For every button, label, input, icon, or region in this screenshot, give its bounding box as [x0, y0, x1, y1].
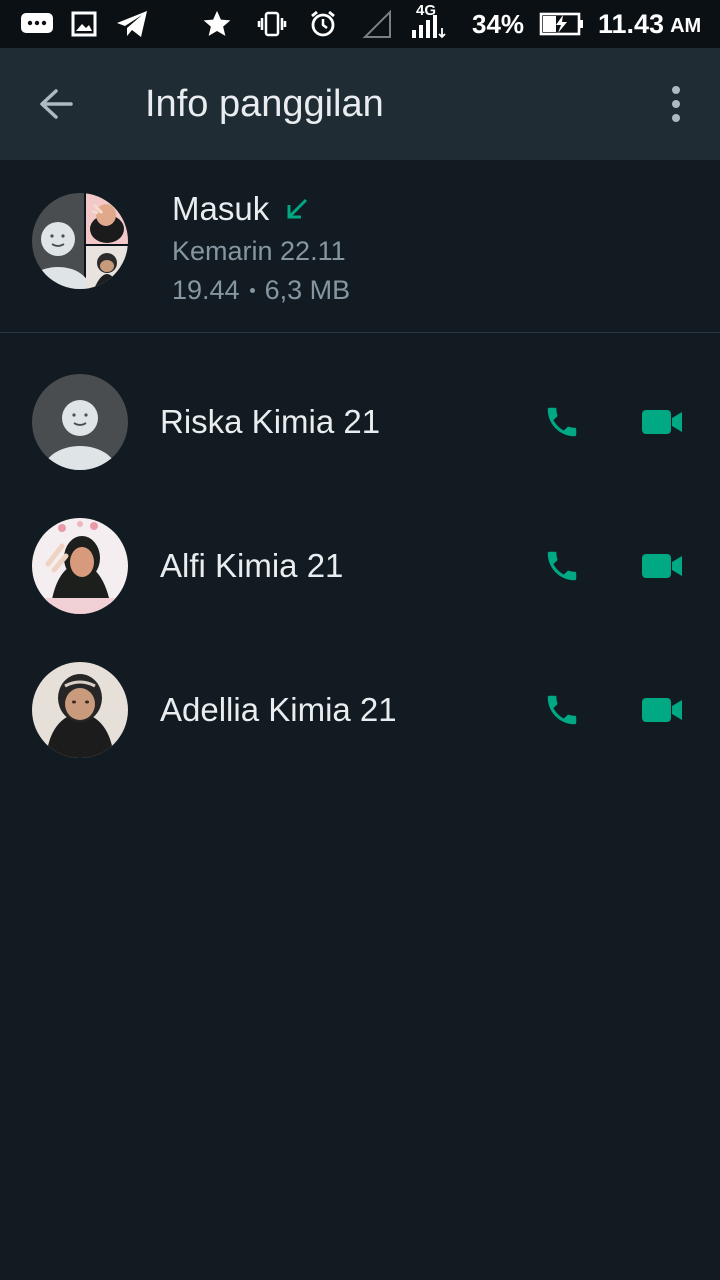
divider: [0, 332, 720, 333]
network-type: 4G: [416, 1, 437, 19]
back-button[interactable]: [24, 72, 88, 136]
photo-avatar[interactable]: [32, 518, 128, 614]
video-call-button[interactable]: [632, 680, 692, 740]
voice-call-button[interactable]: [532, 680, 592, 740]
default-avatar[interactable]: [32, 374, 128, 470]
voice-call-button[interactable]: [532, 392, 592, 452]
videocam-icon: [642, 698, 682, 722]
call-size: 6,3 MB: [264, 275, 351, 305]
call-date: Kemarin 22.11: [172, 236, 346, 266]
participant-name: Riska Kimia 21: [160, 403, 381, 440]
incoming-arrow-icon: [287, 198, 308, 219]
call-meta: 19.44 6,3 MB: [172, 275, 350, 306]
videocam-icon: [642, 410, 682, 434]
vibrate-icon: [256, 0, 288, 48]
battery-percent: 34%: [472, 8, 525, 39]
photo-avatar[interactable]: [32, 662, 128, 758]
clock-ampm: AM: [670, 14, 702, 37]
messages-icon: [18, 0, 56, 48]
gallery-icon: [70, 0, 98, 48]
voice-call-button[interactable]: [532, 536, 592, 596]
videocam-icon: [642, 554, 682, 578]
call-summary: Masuk Kemarin 22.11 19.44 6,3 MB: [0, 160, 720, 332]
phone-icon: [547, 407, 577, 437]
page-title: Info panggilan: [145, 82, 384, 125]
clock-time: 11.43: [598, 8, 665, 39]
phone-icon: [547, 551, 577, 581]
arrow-back-icon: [40, 89, 73, 119]
participant-row[interactable]: Adellia Kimia 21: [0, 638, 720, 782]
participant-name: Adellia Kimia 21: [160, 691, 397, 728]
telegram-icon: [114, 0, 150, 48]
app-bar: Info panggilan: [0, 48, 720, 160]
status-bar: 4G 34% 11.43 AM: [0, 0, 720, 48]
more-vert-icon: [672, 86, 680, 122]
battery-charging-icon: [538, 0, 586, 48]
no-signal-icon: [360, 0, 394, 48]
group-avatar: [32, 193, 128, 289]
participant-row[interactable]: Alfi Kimia 21: [0, 494, 720, 638]
call-type-label: Masuk: [172, 190, 270, 227]
clock: 11.43 AM: [598, 0, 701, 48]
separator-dot: [249, 288, 255, 293]
call-type: Masuk: [172, 190, 311, 228]
more-options-button[interactable]: [650, 72, 702, 136]
video-call-button[interactable]: [632, 536, 692, 596]
video-call-button[interactable]: [632, 392, 692, 452]
alarm-icon: [306, 0, 340, 48]
participant-row[interactable]: Riska Kimia 21: [0, 350, 720, 494]
phone-icon: [547, 695, 577, 725]
star-icon: [200, 0, 234, 48]
participant-name: Alfi Kimia 21: [160, 547, 344, 584]
call-duration: 19.44: [172, 275, 240, 305]
